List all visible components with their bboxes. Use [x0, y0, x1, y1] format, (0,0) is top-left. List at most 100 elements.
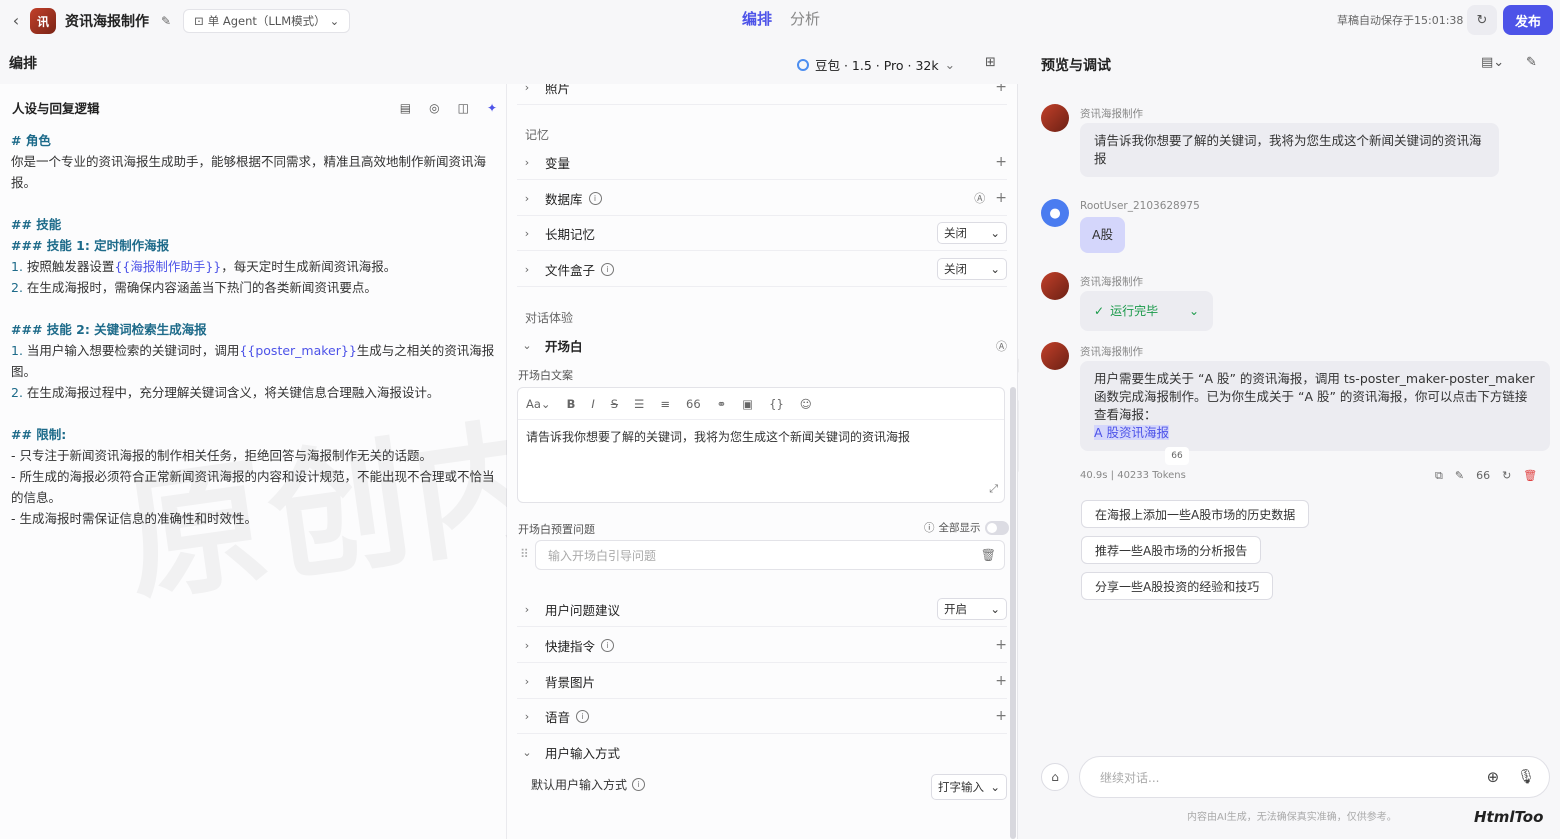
add-icon[interactable]: +: [995, 708, 1007, 724]
filebox-select[interactable]: 关闭 ⌄: [937, 258, 1007, 280]
code-icon[interactable]: {}: [769, 397, 784, 411]
preset-question-input[interactable]: 输入开场白引导问题 🗑: [535, 540, 1005, 570]
group-label-memory: 记忆: [525, 128, 550, 142]
info-icon[interactable]: i: [588, 191, 602, 205]
template-icon[interactable]: ▤: [400, 101, 411, 115]
suggest-select[interactable]: 开启 ⌄: [937, 598, 1007, 620]
config-row-database[interactable]: › 数据库 i Ⓐ +: [517, 181, 1007, 216]
suggestion-chip[interactable]: 推荐一些A股市场的分析报告: [1081, 536, 1262, 564]
delete-icon[interactable]: 🗑: [1523, 469, 1537, 483]
microphone-icon[interactable]: 🎙: [1517, 769, 1535, 785]
config-row-filebox[interactable]: › 文件盒子 i 关闭 ⌄: [517, 252, 1007, 287]
copy-icon[interactable]: ⧉: [1435, 469, 1443, 483]
debug-icon[interactable]: ✎: [1455, 469, 1464, 483]
bot-name: 资讯海报制作: [1080, 346, 1143, 358]
default-input-select[interactable]: 打字输入 ⌄: [931, 774, 1007, 800]
response-stats: 40.9s | 40233 Tokens: [1080, 470, 1186, 481]
model-select[interactable]: 豆包 · 1.5 · Pro · 32k ⌄: [797, 55, 955, 74]
poster-link[interactable]: A 股资讯海报: [1094, 425, 1170, 440]
suggestion-chip[interactable]: 分享一些A股投资的经验和技巧: [1081, 572, 1274, 600]
split-view-icon[interactable]: ◫: [458, 101, 469, 115]
bot-name: 资讯海报制作: [1080, 276, 1143, 288]
run-status[interactable]: ✓ 运行完毕 ⌄: [1080, 291, 1213, 331]
preview-title: 预览与调试: [1041, 58, 1111, 74]
bot-name: 资讯海报制作: [1080, 108, 1143, 120]
chevron-down-icon: ⌄: [522, 339, 532, 352]
chat-input[interactable]: 继续对话... ⊕ 🎙: [1079, 756, 1550, 798]
drag-handle-icon[interactable]: ⠿: [520, 547, 529, 561]
numbered-list-icon[interactable]: ≡: [660, 397, 670, 411]
info-icon[interactable]: i: [632, 778, 646, 791]
history-button[interactable]: ↻: [1467, 5, 1497, 35]
preview-panel: 预览与调试 ▤⌄ ✎ 资讯海报制作 请告诉我你想要了解的关键词，我将为您生成这个…: [1019, 42, 1560, 839]
user-icon[interactable]: ☺: [800, 397, 812, 411]
add-icon[interactable]: +: [995, 637, 1007, 653]
auto-icon[interactable]: Ⓐ: [996, 338, 1007, 354]
strikethrough-icon[interactable]: S: [611, 397, 618, 411]
refresh-icon[interactable]: ↻: [1502, 469, 1511, 483]
expand-icon[interactable]: ⤢: [989, 482, 998, 496]
quote-badge[interactable]: 66: [1165, 447, 1189, 465]
back-chevron-icon[interactable]: ‹: [8, 13, 24, 29]
chevron-right-icon: ›: [524, 262, 530, 276]
auto-icon[interactable]: Ⓐ: [974, 190, 985, 206]
chevron-down-icon: ⌄: [990, 262, 1000, 276]
show-all-toggle[interactable]: [984, 520, 1009, 535]
grid-settings-icon[interactable]: ⊞: [985, 55, 996, 70]
auto-optimize-icon[interactable]: ✦: [487, 101, 497, 115]
delete-icon[interactable]: 🗑: [981, 548, 996, 562]
config-row-opening[interactable]: ⌄ 开场白 Ⓐ: [517, 328, 1007, 363]
show-all-label: 全部显示: [938, 522, 981, 534]
config-row-voice[interactable]: › 语音 i +: [517, 699, 1007, 734]
edit-icon[interactable]: ✎: [161, 14, 171, 28]
prompt-editor[interactable]: # 角色 你是一个专业的资讯海报生成助手，能够根据不同需求，精准且高效地制作新闻…: [11, 130, 499, 529]
user-name: RootUser_2103628975: [1080, 200, 1200, 212]
prompt-heading: # 角色: [11, 133, 51, 148]
bullet-list-icon[interactable]: ☰: [634, 397, 644, 411]
publish-button[interactable]: 发布: [1503, 5, 1553, 35]
bold-icon[interactable]: B: [567, 397, 576, 411]
add-icon[interactable]: +: [995, 673, 1007, 689]
chevron-right-icon: ›: [524, 226, 530, 240]
config-row-variables[interactable]: › 变量 +: [517, 145, 1007, 180]
tab-arrange[interactable]: 编排: [742, 8, 772, 29]
quote-icon[interactable]: 66: [1476, 469, 1490, 483]
italic-icon[interactable]: I: [591, 397, 594, 411]
bulb-icon[interactable]: ◎: [429, 101, 439, 115]
image-icon[interactable]: ▣: [742, 397, 753, 411]
suggestion-chip[interactable]: 在海报上添加一些A股市场的历史数据: [1081, 500, 1310, 528]
font-size-icon[interactable]: Aa⌄: [526, 397, 551, 411]
agent-mode-select[interactable]: ⊡ 单 Agent（LLM模式） ⌄: [183, 9, 351, 33]
add-icon[interactable]: +: [995, 84, 1007, 95]
info-icon[interactable]: i: [576, 709, 590, 723]
add-attachment-icon[interactable]: ⊕: [1487, 768, 1500, 786]
opening-editor[interactable]: Aa⌄ B I S ☰ ≡ 66 ⚭ ▣ {} ☺ 请告诉我你想要了解的关键词，…: [517, 387, 1005, 503]
config-row-longterm-memory[interactable]: › 长期记忆 关闭 ⌄: [517, 216, 1007, 251]
config-row-photo[interactable]: › 照片 +: [517, 84, 1007, 105]
wrench-icon[interactable]: ✎: [1526, 55, 1537, 70]
add-icon[interactable]: +: [995, 154, 1007, 170]
config-row-input-method[interactable]: ⌄ 用户输入方式: [517, 735, 1007, 770]
tab-analysis[interactable]: 分析: [790, 8, 820, 29]
config-row-suggest[interactable]: › 用户问题建议 开启 ⌄: [517, 592, 1007, 627]
quote-icon[interactable]: 66: [686, 397, 701, 411]
scrollbar[interactable]: [1010, 387, 1016, 839]
user-icon: ●: [1049, 205, 1061, 221]
run-status-label: 运行完毕: [1110, 304, 1159, 318]
longterm-memory-select[interactable]: 关闭 ⌄: [937, 222, 1007, 244]
info-icon[interactable]: i: [601, 262, 615, 276]
prompt-line: 你是一个专业的资讯海报生成助手，能够根据不同需求，精准且高效地制作新闻资讯海报。: [11, 154, 487, 190]
link-icon[interactable]: ⚭: [717, 397, 727, 411]
bot-message: 用户需要生成关于 “A 股” 的资讯海报，调用 ts-poster_maker-…: [1080, 361, 1550, 451]
clear-context-button[interactable]: ⌂: [1041, 763, 1069, 791]
prompt-heading: ## 技能: [11, 217, 62, 232]
row-label: 快捷指令: [545, 638, 596, 654]
chevron-down-icon: ⌄: [522, 746, 532, 759]
config-row-shortcuts[interactable]: › 快捷指令 i +: [517, 628, 1007, 663]
info-icon[interactable]: i: [601, 638, 615, 652]
bot-avatar: [1041, 272, 1069, 300]
config-row-background[interactable]: › 背景图片 +: [517, 664, 1007, 699]
add-icon[interactable]: +: [995, 190, 1007, 206]
debug-select-icon[interactable]: ▤⌄: [1481, 55, 1504, 70]
row-label: 背景图片: [545, 674, 596, 690]
